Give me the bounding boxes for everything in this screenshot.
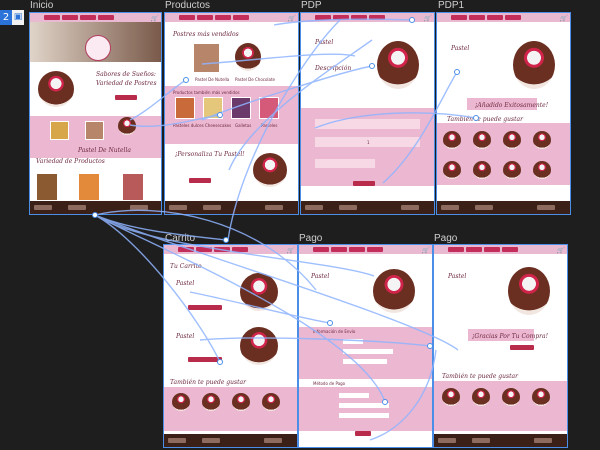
prototype-links bbox=[92, 17, 479, 441]
